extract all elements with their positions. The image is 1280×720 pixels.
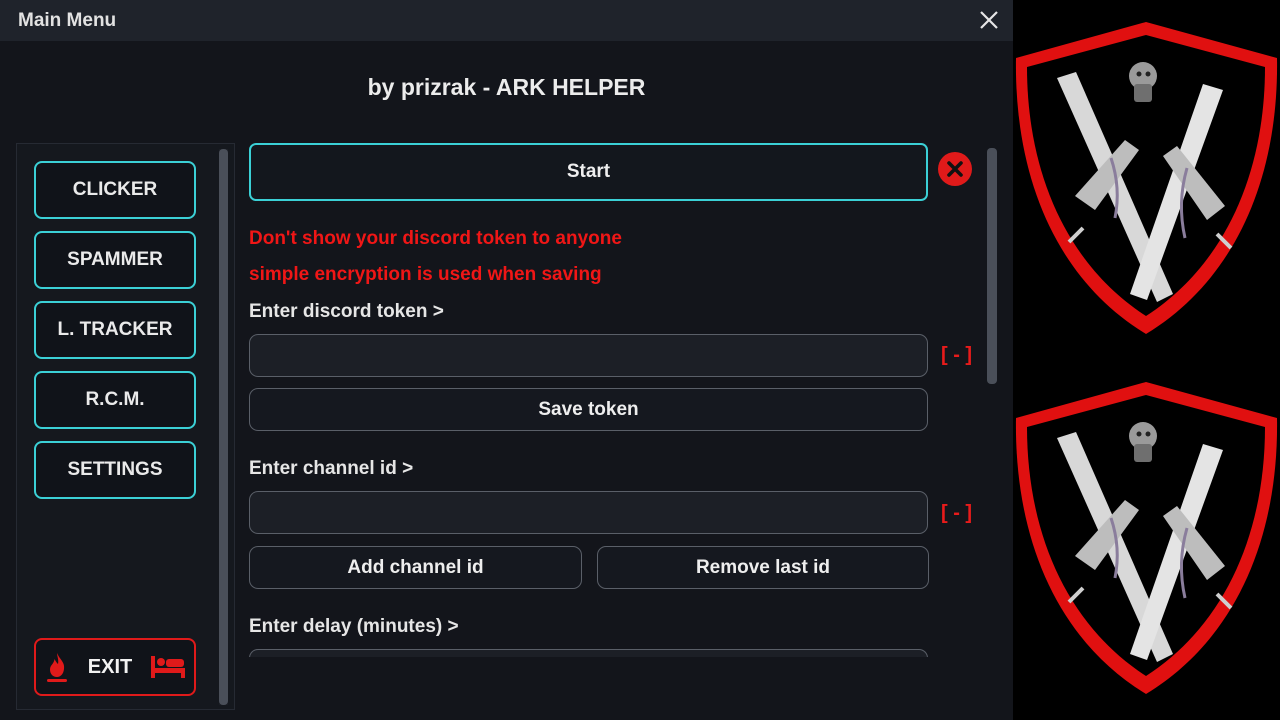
- title-bar: Main Menu: [0, 0, 1013, 41]
- save-token-button[interactable]: Save token: [249, 388, 928, 431]
- channel-label: Enter channel id >: [249, 458, 414, 479]
- spammer-panel: Start Don't show your discord token to a…: [249, 143, 982, 657]
- start-button[interactable]: Start: [249, 143, 928, 201]
- sidebar-item-spammer[interactable]: SPAMMER: [34, 231, 196, 289]
- sidebar-item-l-tracker[interactable]: L. TRACKER: [34, 301, 196, 359]
- sidebar-item-rcm[interactable]: R.C.M.: [34, 371, 196, 429]
- remove-last-id-button[interactable]: Remove last id: [597, 546, 929, 589]
- shield-emblem-icon: [1015, 22, 1278, 334]
- discord-token-input[interactable]: [249, 334, 928, 377]
- shield-emblem-icon: [1015, 382, 1278, 694]
- token-clear-button[interactable]: [ - ]: [941, 344, 972, 367]
- bed-icon: [151, 656, 186, 678]
- window-title: Main Menu: [18, 10, 117, 31]
- channel-clear-button[interactable]: [ - ]: [941, 502, 972, 525]
- warning-text: simple encryption is used when saving: [249, 264, 602, 285]
- token-label: Enter discord token >: [249, 301, 444, 322]
- sidebar-scrollbar[interactable]: [219, 149, 228, 705]
- warning-text: Don't show your discord token to anyone: [249, 228, 622, 249]
- stop-circle-icon[interactable]: [937, 151, 973, 187]
- exit-label: EXIT: [87, 655, 133, 678]
- sidebar-item-settings[interactable]: SETTINGS: [34, 441, 196, 499]
- add-channel-button[interactable]: Add channel id: [249, 546, 582, 589]
- flame-icon: [46, 653, 67, 682]
- main-window: Main Menu by prizrak - ARK HELPER CLICKE…: [0, 0, 1013, 720]
- app-heading: by prizrak - ARK HELPER: [367, 74, 646, 100]
- sidebar-item-clicker[interactable]: CLICKER: [34, 161, 196, 219]
- sidebar: CLICKER SPAMMER L. TRACKER R.C.M. SETTIN…: [16, 143, 235, 710]
- channel-id-input[interactable]: [249, 491, 928, 534]
- delay-label: Enter delay (minutes) >: [249, 616, 459, 637]
- exit-button[interactable]: EXIT: [34, 638, 196, 696]
- close-icon[interactable]: [976, 7, 1002, 33]
- main-scrollbar[interactable]: [987, 148, 997, 384]
- delay-input[interactable]: [249, 649, 928, 657]
